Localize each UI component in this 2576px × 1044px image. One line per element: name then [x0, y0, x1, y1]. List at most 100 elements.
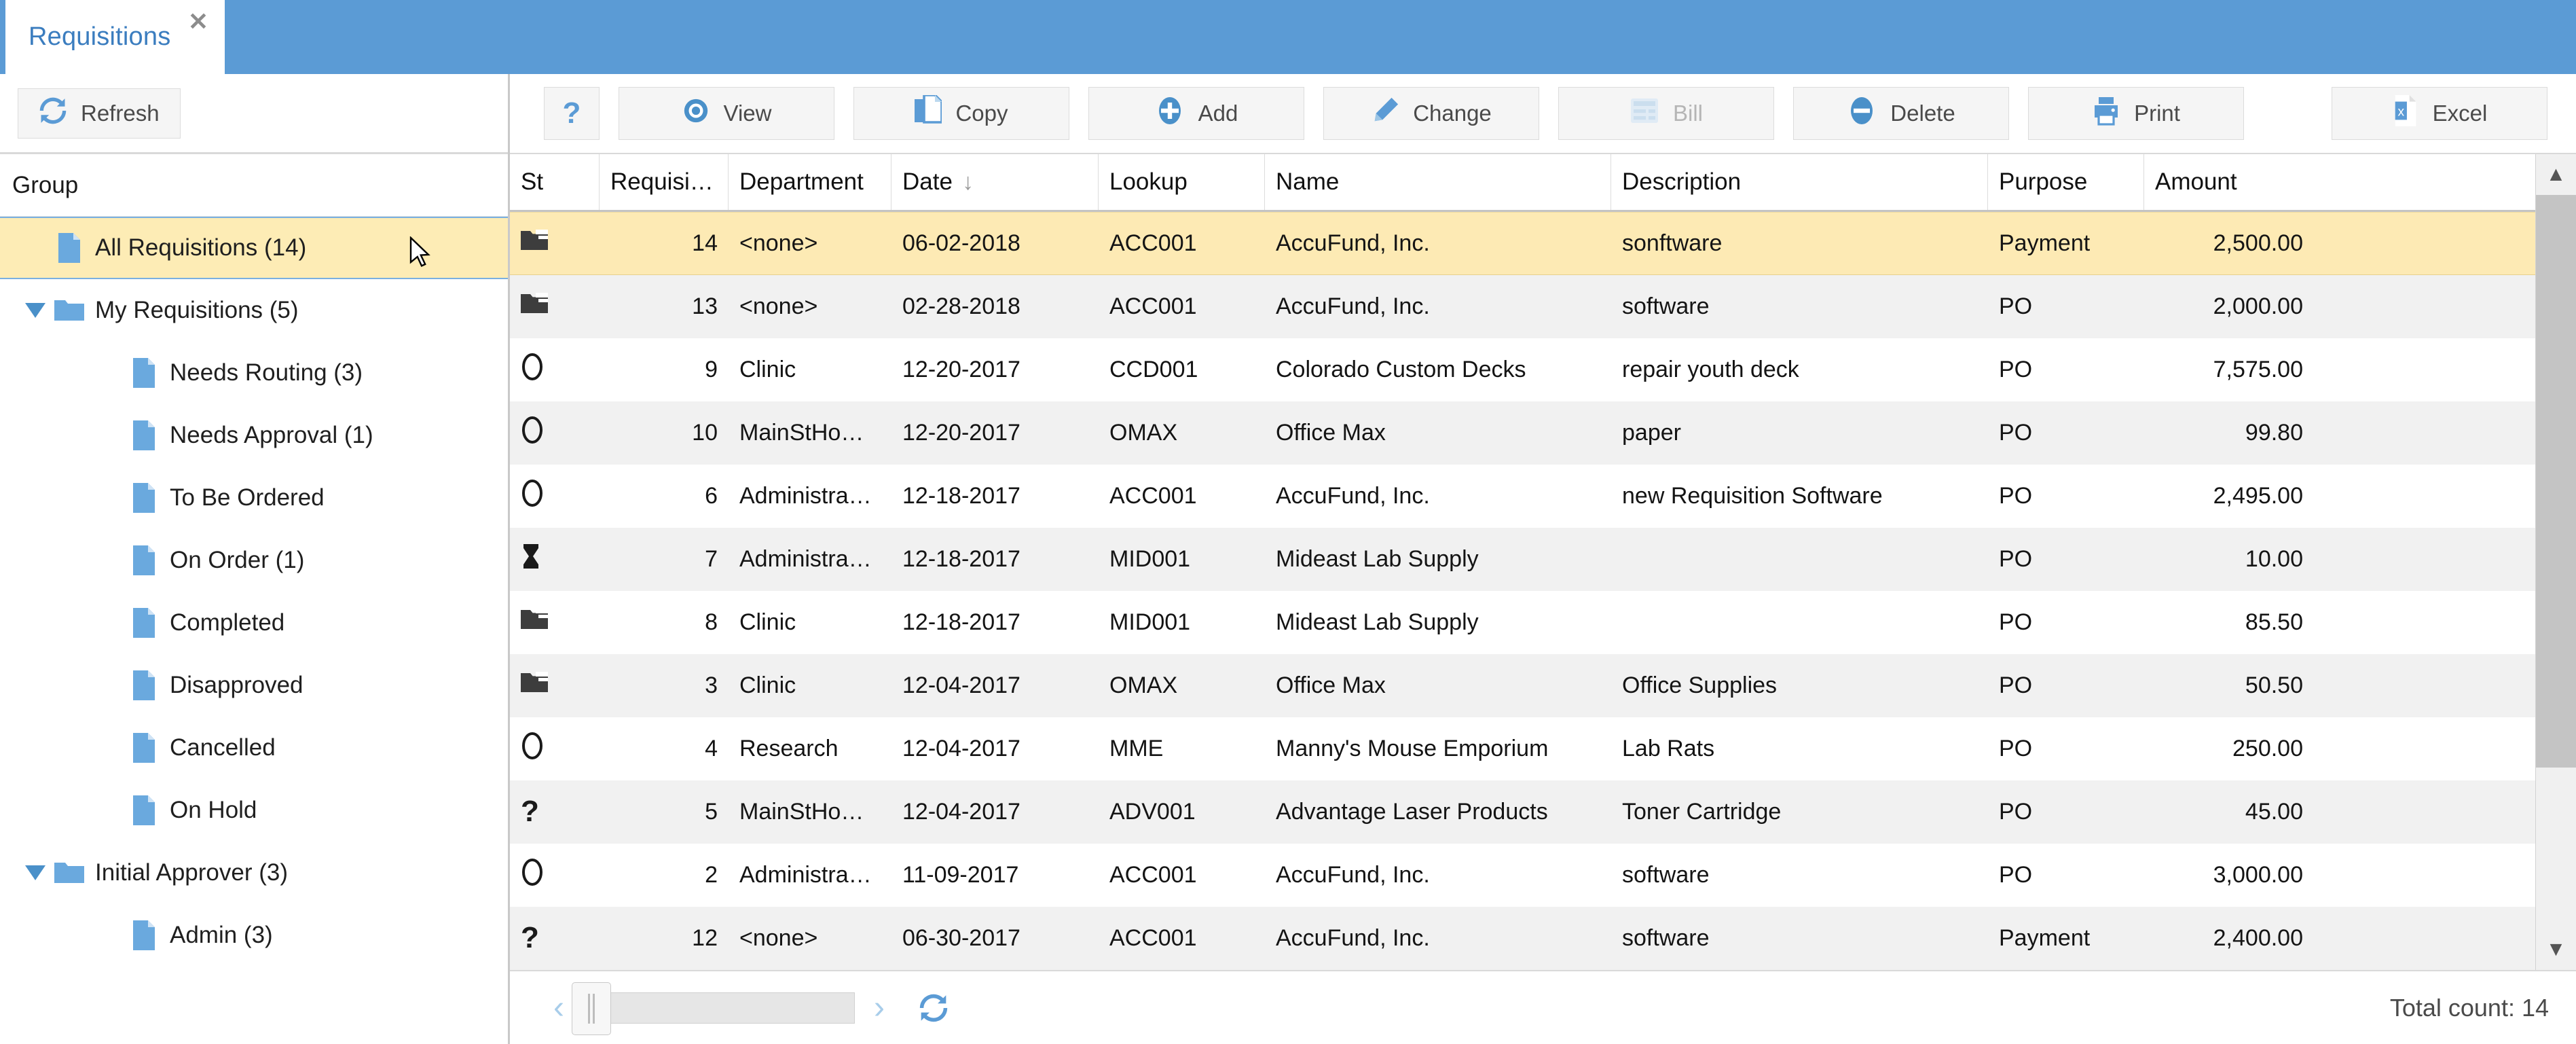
vertical-scrollbar[interactable]: ▲ ▼	[2535, 154, 2576, 970]
folder-open-icon	[50, 860, 88, 886]
bill-button: Bill	[1558, 87, 1774, 140]
cell-desc: Lab Rats	[1622, 736, 1715, 761]
help-button[interactable]: ?	[544, 87, 600, 140]
cell-num: 5	[705, 799, 718, 825]
table-row[interactable]: 14 <none> 06-02-2018 ACC001 AccuFund, Inc. so…	[510, 212, 2535, 275]
column-header-date[interactable]: Date ↓	[891, 154, 1099, 210]
cell-desc: new Requisition Software	[1622, 483, 1883, 509]
status-cell	[510, 654, 600, 717]
next-page-button[interactable]: ›	[864, 991, 894, 1024]
left-panel: Refresh Group All Requisitions (14) My Re…	[0, 74, 510, 1044]
cell-date: 06-30-2017	[902, 925, 1020, 951]
table-row[interactable]: ? 12 <none> 06-30-2017 ACC001 AccuFund, Inc. s…	[510, 907, 2535, 970]
add-button[interactable]: Add	[1088, 87, 1304, 140]
cell-lookup: OMAX	[1109, 420, 1178, 446]
folder-icon	[521, 230, 548, 257]
column-header-label: St	[521, 168, 544, 195]
cell-purp: PO	[1999, 862, 2033, 888]
tree-item-on-hold[interactable]: On Hold	[0, 779, 508, 842]
column-header-lookup[interactable]: Lookup	[1099, 154, 1265, 210]
document-icon	[125, 545, 163, 575]
cell-amt: 2,000.00	[2213, 293, 2303, 319]
tree-item-admin-3[interactable]: Admin (3)	[0, 904, 508, 967]
tree-item-my-requisitions-5[interactable]: My Requisitions (5)	[0, 279, 508, 342]
excel-button[interactable]: x Excel	[2332, 87, 2547, 140]
refresh-grid-icon[interactable]	[919, 993, 949, 1023]
tree-item-to-be-ordered[interactable]: To Be Ordered	[0, 467, 508, 529]
cell-amt: 3,000.00	[2213, 862, 2303, 888]
document-icon	[125, 795, 163, 825]
cell-purp: Payment	[1999, 925, 2091, 951]
chevron-down-icon[interactable]	[20, 303, 50, 318]
grid-wrapper: St Requisi… Department Date ↓ Lookup Name Descr…	[510, 154, 2576, 1044]
column-header-num[interactable]: Requisi…	[600, 154, 729, 210]
cell-amt: 45.00	[2245, 799, 2303, 825]
column-header-dept[interactable]: Department	[729, 154, 891, 210]
tree-item-on-order-1[interactable]: On Order (1)	[0, 529, 508, 592]
tree-item-completed[interactable]: Completed	[0, 592, 508, 654]
delete-button[interactable]: Delete	[1793, 87, 2009, 140]
table-row[interactable]: 7 Administra… 12-18-2017 MID001 Mideast Lab …	[510, 528, 2535, 591]
copy-button[interactable]: Copy	[853, 87, 1069, 140]
cell-desc: Toner Cartridge	[1622, 799, 1782, 825]
scroll-up-icon[interactable]: ▲	[2536, 154, 2576, 195]
column-header-desc[interactable]: Description	[1611, 154, 1988, 210]
table-row[interactable]: 4 Research 12-04-2017 MME Manny's Mouse Empo…	[510, 717, 2535, 780]
horizontal-scrollbar-thumb[interactable]	[571, 982, 611, 1035]
table-row[interactable]: 9 Clinic 12-20-2017 CCD001 Colorado Custom D…	[510, 338, 2535, 401]
eye-icon	[682, 96, 710, 130]
close-icon[interactable]: ✕	[188, 10, 208, 34]
table-row[interactable]: ? 5 MainStHo… 12-04-2017 ADV001 Advantage Las…	[510, 780, 2535, 844]
table-row[interactable]: 2 Administra… 11-09-2017 ACC001 AccuFund, In…	[510, 844, 2535, 907]
tree-item-all-requisitions-14[interactable]: All Requisitions (14)	[0, 217, 508, 279]
table-row[interactable]: 8 Clinic 12-18-2017 MID001 Mideast Lab Suppl…	[510, 591, 2535, 654]
view-button[interactable]: View	[619, 87, 834, 140]
refresh-button[interactable]: Refresh	[18, 88, 181, 139]
table-row[interactable]: 3 Clinic 12-04-2017 OMAX Office Max Office Su…	[510, 654, 2535, 717]
cell-num: 8	[705, 609, 718, 635]
document-icon	[125, 608, 163, 638]
cell-amt: 250.00	[2232, 736, 2303, 761]
column-header-amt[interactable]: Amount	[2144, 154, 2314, 210]
chevron-down-icon[interactable]	[20, 865, 50, 880]
circle-icon	[521, 353, 544, 386]
status-bar: ‹ › Total count: 14	[510, 970, 2576, 1044]
column-header-purp[interactable]: Purpose	[1988, 154, 2144, 210]
table-row[interactable]: 6 Administra… 12-18-2017 ACC001 AccuFund, In…	[510, 465, 2535, 528]
tree-item-needs-routing-3[interactable]: Needs Routing (3)	[0, 342, 508, 404]
cell-purp: PO	[1999, 609, 2033, 635]
print-button[interactable]: Print	[2028, 87, 2244, 140]
status-cell: ?	[510, 780, 600, 844]
tree-item-disapproved[interactable]: Disapproved	[0, 654, 508, 717]
sort-descending-icon[interactable]: ↓	[962, 170, 974, 194]
column-header-name[interactable]: Name	[1265, 154, 1611, 210]
table-row[interactable]: 10 MainStHo… 12-20-2017 OMAX Office Max paper…	[510, 401, 2535, 465]
grid-toolbar: ? View Copy Add Change Bill Delete Print x Exc…	[510, 74, 2576, 154]
cell-purp: PO	[1999, 357, 2033, 382]
tree-item-needs-approval-1[interactable]: Needs Approval (1)	[0, 404, 508, 467]
tree-item-label: Needs Routing (3)	[170, 359, 363, 386]
cell-lookup: ACC001	[1109, 862, 1197, 888]
folder-icon	[521, 609, 548, 636]
tab-bar: Requisitions ✕	[0, 0, 2576, 74]
tab-requisitions[interactable]: Requisitions ✕	[5, 0, 225, 74]
cell-date: 12-18-2017	[902, 609, 1020, 635]
tree-item-cancelled[interactable]: Cancelled	[0, 717, 508, 779]
prev-page-button[interactable]: ‹	[544, 991, 574, 1024]
main-split: Refresh Group All Requisitions (14) My Re…	[0, 74, 2576, 1044]
horizontal-scrollbar[interactable]	[571, 982, 855, 1035]
scrollbar-track[interactable]	[2536, 195, 2576, 929]
cell-amt: 2,400.00	[2213, 925, 2303, 951]
column-header-st[interactable]: St	[510, 154, 600, 210]
tree-item-initial-approver-3[interactable]: Initial Approver (3)	[0, 842, 508, 904]
cell-name: Mideast Lab Supply	[1276, 546, 1479, 572]
scrollbar-thumb[interactable]	[2536, 195, 2576, 768]
table-row[interactable]: 13 <none> 02-28-2018 ACC001 AccuFund, Inc. so…	[510, 275, 2535, 338]
cell-amt: 99.80	[2245, 420, 2303, 446]
cell-date: 12-04-2017	[902, 672, 1020, 698]
excel-icon: x	[2392, 95, 2419, 132]
cell-purp: PO	[1999, 546, 2033, 572]
scroll-down-icon[interactable]: ▼	[2536, 929, 2576, 970]
change-button[interactable]: Change	[1323, 87, 1539, 140]
cell-name: Colorado Custom Decks	[1276, 357, 1526, 382]
